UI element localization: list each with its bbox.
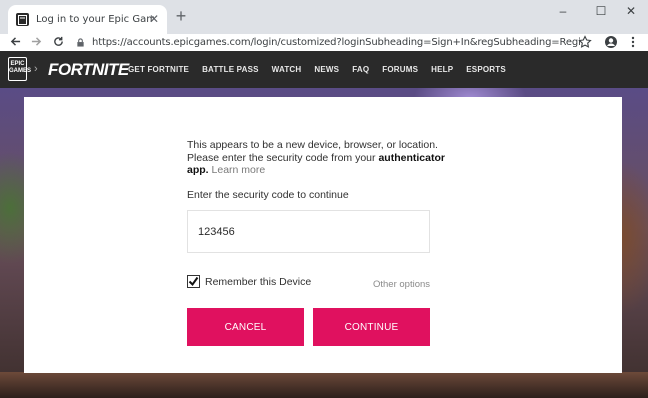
browser-toolbar: https://accounts.epicgames.com/login/cus… [0,34,648,51]
nav-forums[interactable]: FORUMS [382,65,418,74]
remember-device-label[interactable]: Remember this Device [205,276,311,288]
security-code-label: Enter the security code to continue [187,189,349,201]
nav-esports[interactable]: ESPORTS [466,65,506,74]
continue-button[interactable]: CONTINUE [313,308,430,346]
intro-line-1: This appears to be a new device, browser… [187,139,438,151]
nav-help[interactable]: HELP [431,65,453,74]
browser-titlebar: Log in to your Epic Games accou ✕ + – ☐ … [0,0,648,34]
security-intro-text: This appears to be a new device, browser… [187,139,447,177]
security-code-input[interactable] [187,210,430,253]
nav-news[interactable]: NEWS [314,65,339,74]
address-bar[interactable]: https://accounts.epicgames.com/login/cus… [70,35,598,50]
new-tab-button[interactable]: + [173,7,189,25]
chevron-right-icon: › [34,63,38,75]
nav-faq[interactable]: FAQ [352,65,369,74]
lock-icon [77,38,84,47]
nav-watch[interactable]: WATCH [272,65,302,74]
maximize-button[interactable]: ☐ [584,0,618,22]
epic-favicon-icon [16,13,29,26]
minimize-button[interactable]: – [546,0,580,22]
url-text: https://accounts.epicgames.com/login/cus… [92,37,580,48]
close-window-button[interactable]: ✕ [614,0,648,22]
remember-device-checkbox[interactable] [187,275,200,288]
cancel-button[interactable]: CANCEL [187,308,304,346]
back-arrow-icon[interactable] [7,34,23,49]
menu-icon[interactable] [626,35,640,49]
close-icon[interactable]: ✕ [147,12,161,26]
profile-icon[interactable] [604,35,618,49]
nav-get-fortnite[interactable]: GET FORTNITE [128,65,189,74]
learn-more-link[interactable]: Learn more [212,164,266,176]
bookmark-star-icon[interactable] [578,35,592,49]
tab-title: Log in to your Epic Games accou [36,14,154,25]
intro-line-2: Please enter the security code from your [187,151,379,164]
browser-tab[interactable]: Log in to your Epic Games accou ✕ [8,5,167,34]
background-crowd [0,372,648,398]
site-nav-links: GET FORTNITE BATTLE PASS WATCH NEWS FAQ … [128,65,519,74]
checkmark-icon [188,276,199,287]
reload-icon[interactable] [50,34,66,49]
fortnite-logo[interactable]: FORTNITE [48,60,129,80]
other-options-link[interactable]: Other options [373,279,430,290]
nav-battle-pass[interactable]: BATTLE PASS [202,65,259,74]
forward-arrow-icon[interactable] [28,34,44,49]
epic-games-logo[interactable]: EPIC GAMES [8,57,31,81]
site-header: EPIC GAMES › FORTNITE GET FORTNITE BATTL… [0,51,648,88]
